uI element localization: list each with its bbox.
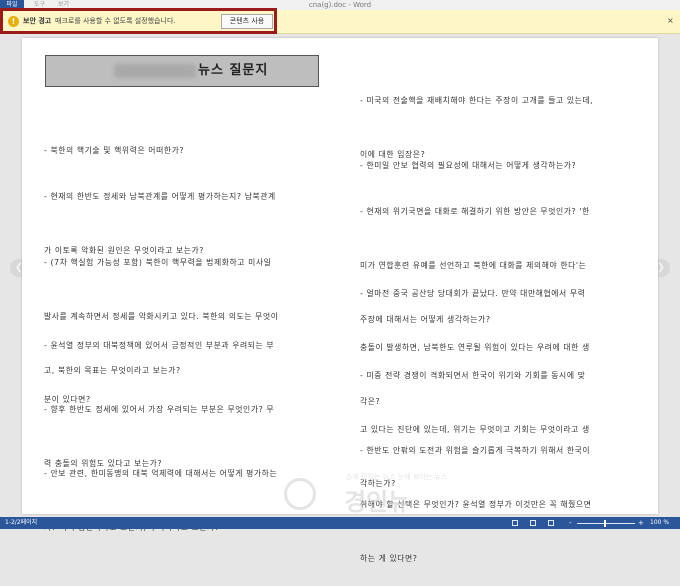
close-icon[interactable]: × — [667, 15, 674, 27]
warning-icon: ! — [8, 16, 19, 27]
question-item: - 안보 관련, 한미동맹의 대북 억제력에 대해서는 어떻게 평가하는 가? … — [44, 429, 277, 555]
zoom-slider-thumb[interactable] — [604, 520, 606, 527]
zoom-in-button[interactable]: + — [638, 517, 644, 529]
zoom-level[interactable]: 100 % — [650, 517, 669, 529]
question-line: - (7차 핵실험 가능성 포함) 북한이 핵무력을 법제화하고 미사일 — [44, 258, 272, 267]
watermark-circle-icon — [284, 478, 316, 510]
question-line: - 미중 전략 경쟁이 격화되면서 한국이 위기와 기회를 동시에 맞 — [360, 371, 586, 380]
security-warning-title: 보안 경고 — [23, 17, 52, 25]
watermark-slogan: 손에 잡히는 뉴스 눈에 보이는 뉴스 — [346, 473, 448, 481]
document-header-box: 뉴스 질문지 — [45, 55, 319, 87]
security-warning-message: 매크로를 사용할 수 없도록 설정했습니다. — [55, 17, 176, 25]
document-header-title: 뉴스 질문지 — [198, 63, 269, 78]
zoom-out-button[interactable]: - — [569, 517, 572, 529]
question-line: - 미국의 전술핵을 재배치해야 한다는 주장이 고개를 들고 있는데, — [360, 96, 594, 105]
zoom-slider[interactable] — [577, 523, 635, 524]
question-line: - 안보 관련, 한미동맹의 대북 억제력에 대해서는 어떻게 평가하는 — [44, 469, 278, 478]
blurred-name — [114, 64, 196, 78]
security-warning-bar: ! 보안 경고 매크로를 사용할 수 없도록 설정했습니다. 콘텐츠 사용 × — [0, 10, 680, 34]
window-title: cna(g).doc - Word — [308, 1, 372, 9]
watermark-logo: 손에 잡히는 뉴스 눈에 보이는 뉴스 경인뉴 — [252, 470, 447, 518]
question-line: - 얼마전 중국 공산당 당대회가 끝났다. 만약 대만해협에서 무력 — [360, 289, 586, 298]
question-line: - 현재의 위기국면을 대화로 해결하기 위한 방안은 무엇인가? '한 — [360, 207, 590, 216]
web-layout-icon[interactable] — [548, 520, 554, 526]
watermark-brand: 경인뉴 — [344, 488, 411, 516]
status-bar: 1-2/2페이지 - + 100 % — [0, 517, 680, 529]
question-line: - 한반도 안팎의 도전과 위험을 슬기롭게 극복하기 위해서 한국이 — [360, 446, 591, 455]
question-line: - 윤석열 정부의 대북정책에 있어서 긍정적인 부분과 우려되는 부 — [44, 341, 275, 350]
question-line: - 향후 한반도 정세에 있어서 가장 우려되는 부분은 무엇인가? 무 — [44, 405, 275, 414]
print-layout-icon[interactable] — [530, 520, 536, 526]
enable-content-button[interactable]: 콘텐츠 사용 — [221, 14, 273, 29]
question-line: 하는 게 있다면? — [360, 554, 418, 563]
page-count: 1-2/2페이지 — [5, 519, 38, 526]
read-mode-icon[interactable] — [512, 520, 518, 526]
question-line: - 현재의 한반도 정세와 남북관계를 어떻게 평가하는지? 남북관계 — [44, 192, 276, 201]
